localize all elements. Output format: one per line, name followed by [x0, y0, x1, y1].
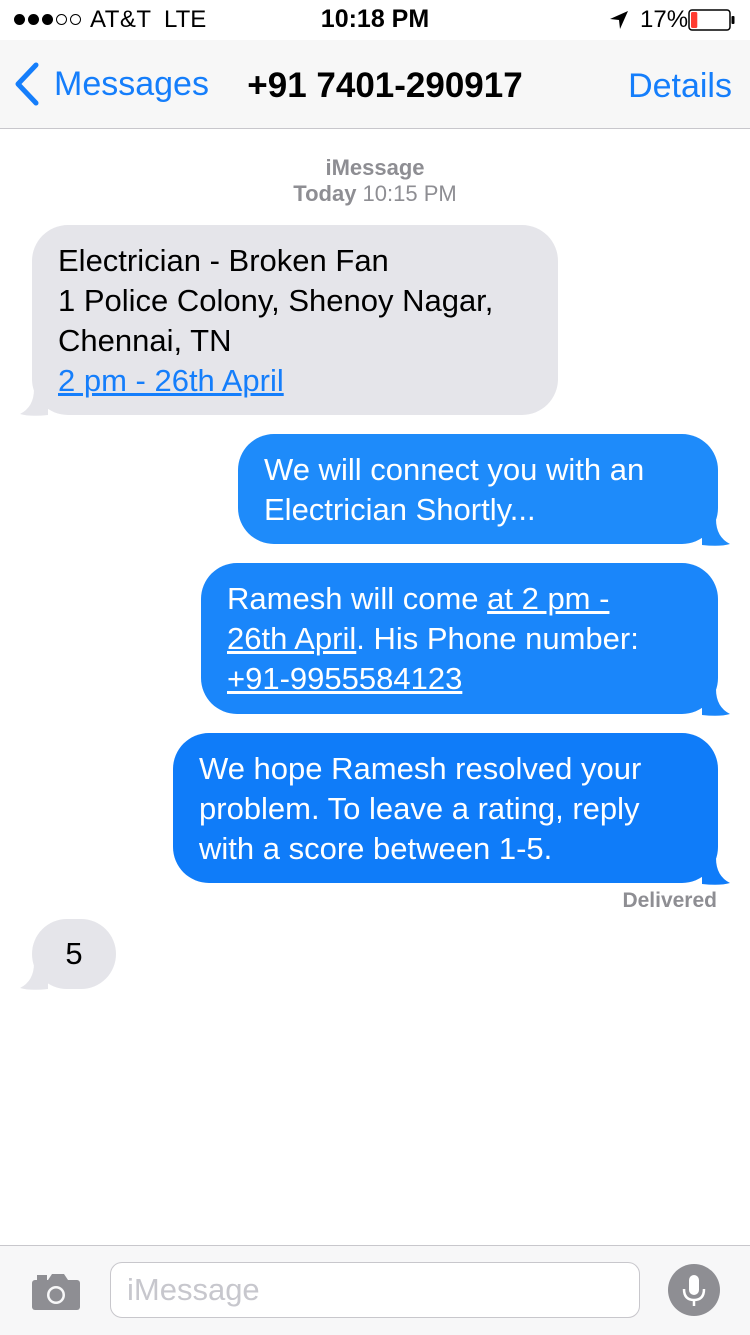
timestamp-day: Today	[293, 181, 357, 206]
service-label: iMessage	[325, 155, 425, 180]
message-bubble-incoming[interactable]: Electrician - Broken Fan 1 Police Colony…	[32, 225, 558, 415]
conversation-thread[interactable]: iMessage Today 10:15 PM Electrician - Br…	[0, 129, 750, 1245]
phone-number-link[interactable]: +91-9955584123	[227, 661, 462, 696]
message-bubble-outgoing[interactable]: We hope Ramesh resolved your problem. To…	[173, 733, 718, 883]
message-line: Electrician - Broken Fan	[58, 243, 389, 278]
message-input[interactable]	[110, 1262, 640, 1318]
camera-icon[interactable]	[30, 1272, 82, 1312]
status-bar: AT&T LTE 10:18 PM 17%	[0, 0, 750, 40]
message-line: problem. To leave a rating, reply	[199, 791, 640, 826]
message-text: . His Phone number:	[356, 621, 639, 656]
message-line: 1 Police Colony, Shenoy Nagar,	[58, 283, 494, 318]
message-line: Electrician Shortly...	[264, 492, 536, 527]
message-text: Ramesh will come	[227, 581, 488, 616]
message-bubble-outgoing[interactable]: We will connect you with an Electrician …	[238, 434, 718, 544]
details-button[interactable]: Details	[628, 64, 732, 108]
message-line: We hope Ramesh resolved your	[199, 751, 642, 786]
message-line: Chennai, TN	[58, 323, 232, 358]
message-input-bar	[0, 1245, 750, 1335]
microphone-button[interactable]	[668, 1264, 720, 1316]
battery-icon	[688, 9, 735, 31]
battery-percent: 17%	[640, 6, 689, 33]
date-link[interactable]: 26th April	[227, 621, 356, 656]
message-line: We will connect you with an	[264, 452, 645, 487]
date-link[interactable]: 2 pm - 26th April	[58, 363, 284, 398]
message-timestamp: Today 10:15 PM	[0, 181, 750, 207]
message-bubble-outgoing[interactable]: Ramesh will come at 2 pm - 26th April. H…	[201, 563, 718, 714]
status-time: 10:18 PM	[320, 5, 430, 33]
date-link[interactable]: at 2 pm -	[487, 581, 609, 616]
message-line: with a score between 1-5.	[199, 831, 553, 866]
location-arrow-icon	[610, 11, 628, 29]
navigation-bar: Messages +91 7401-290917 Details	[0, 40, 750, 129]
timestamp-time: 10:15 PM	[356, 181, 457, 206]
message-bubble-incoming[interactable]: 5	[32, 919, 116, 989]
microphone-icon	[682, 1275, 706, 1306]
message-text: 5	[65, 936, 83, 971]
delivery-status: Delivered	[622, 889, 717, 912]
